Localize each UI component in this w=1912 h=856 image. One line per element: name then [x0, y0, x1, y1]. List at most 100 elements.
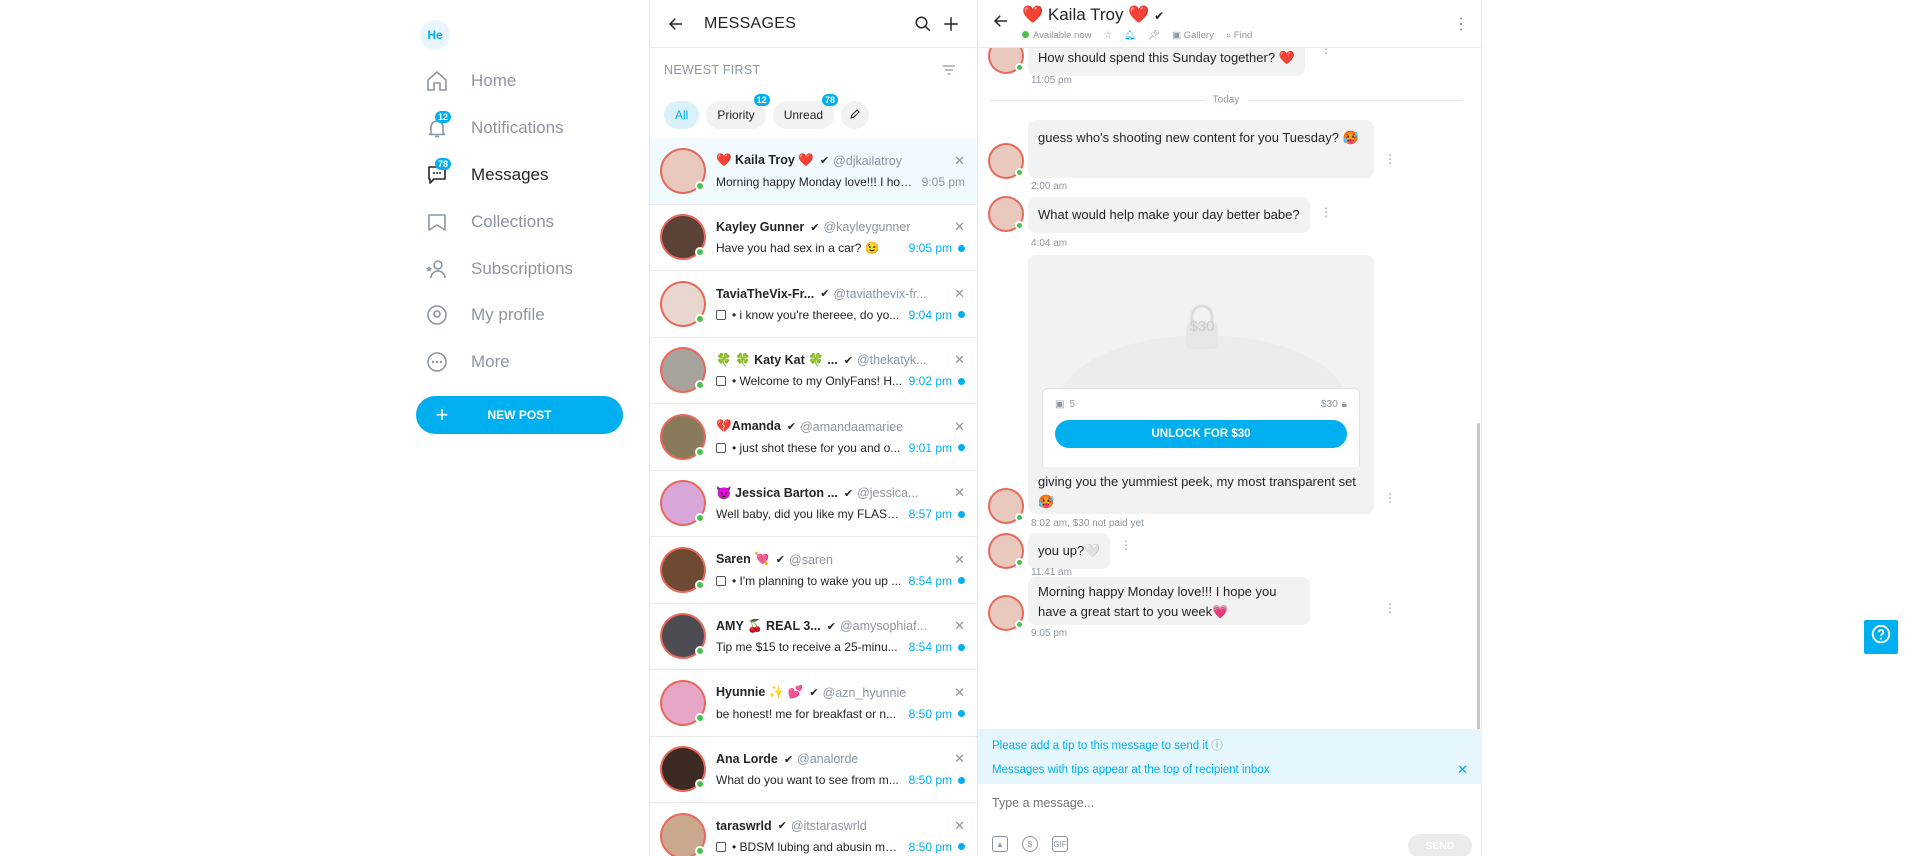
avatar[interactable]	[662, 216, 705, 259]
nav-item-subscriptions[interactable]: Subscriptions	[423, 249, 573, 289]
message-bubble[interactable]: How should spend this Sunday together? ❤…	[1028, 48, 1305, 76]
avatar[interactable]	[662, 149, 705, 192]
filter-all[interactable]: All	[664, 101, 700, 129]
conversation-row[interactable]: Ana Lorde ✔ @analorde ✕ What do you want to …	[650, 737, 977, 803]
message-bubble[interactable]: guess who's shooting new content for you…	[1028, 120, 1374, 178]
message-menu-icon[interactable]: ⋮	[1120, 538, 1132, 552]
avatar[interactable]	[662, 814, 705, 856]
conversation-row[interactable]: AMY 🍒 REAL 3... ✔ @amysophiaf... ✕ Tip me $1…	[650, 604, 977, 670]
close-icon[interactable]: ✕	[948, 286, 965, 302]
message-bubble[interactable]: you up?🤍	[1028, 533, 1111, 569]
locked-media[interactable]: $30 ▣ 5 $30 🔒︎ UNLOCK FOR $30	[1028, 255, 1374, 467]
message-menu-icon[interactable]: ⋮	[1384, 601, 1396, 615]
chat-subheader: Available now ☆ 🔔︎ 📌︎ ▣ Gallery ⌕ Find	[1022, 30, 1252, 41]
nav-item-my-profile[interactable]: My profile	[423, 295, 545, 335]
chat-menu-icon[interactable]: ⋮	[1453, 14, 1469, 34]
avatar[interactable]	[662, 415, 705, 458]
new-post-button[interactable]: + NEW POST	[416, 396, 623, 434]
close-icon[interactable]: ✕	[948, 153, 965, 169]
gif-icon[interactable]: GIF	[1052, 836, 1068, 852]
nav-item-home[interactable]: Home	[423, 61, 516, 101]
help-button[interactable]	[1864, 620, 1898, 654]
message-menu-icon[interactable]: ⋮	[1320, 48, 1332, 56]
gallery-button[interactable]: ▣ Gallery	[1172, 30, 1214, 41]
avatar[interactable]	[662, 282, 705, 325]
conversation-name: AMY 🍒 REAL 3...	[716, 618, 821, 633]
find-button[interactable]: ⌕ Find	[1226, 30, 1252, 41]
avatar[interactable]	[990, 535, 1024, 567]
message-bubble[interactable]: What would help make your day better bab…	[1028, 197, 1310, 233]
close-icon[interactable]: ✕	[948, 818, 965, 834]
unread-dot	[958, 643, 965, 651]
close-icon[interactable]: ✕	[948, 618, 965, 634]
conversation-row[interactable]: Kayley Gunner ✔ @kayleygunner ✕ Have you had…	[650, 205, 977, 271]
conversation-row[interactable]: taraswrld ✔ @itstaraswrld ✕ • BDSM lubing an…	[650, 803, 977, 856]
nav-item-collections[interactable]: Collections	[423, 202, 554, 242]
unlock-button[interactable]: UNLOCK FOR $30	[1055, 420, 1347, 448]
message-menu-icon[interactable]: ⋮	[1384, 491, 1396, 505]
message-input[interactable]	[992, 796, 1462, 810]
conversation-row[interactable]: 😈 Jessica Barton ... ✔ @jessica... ✕ Well ba…	[650, 471, 977, 537]
avatar[interactable]	[662, 482, 705, 525]
conversation-row[interactable]: 🍀 🍀 Katy Kat 🍀 ... ✔ @thekatyk... ✕ • Welcom…	[650, 338, 977, 404]
sort-icon[interactable]	[935, 56, 963, 84]
avatar[interactable]	[662, 548, 705, 591]
avatar[interactable]	[990, 48, 1024, 72]
message-bubble[interactable]: Morning happy Monday love!!! I hope you …	[1028, 577, 1310, 625]
back-arrow-icon[interactable]	[662, 10, 690, 38]
close-icon[interactable]: ✕	[1457, 762, 1468, 778]
avatar[interactable]: He	[420, 20, 450, 50]
conversation-row[interactable]: 💔Amanda ✔ @amandaamariee ✕ • just shot these…	[650, 404, 977, 471]
nav-item-more[interactable]: More	[423, 342, 510, 382]
nav-item-messages[interactable]: 78 Messages	[423, 155, 548, 195]
filter-chips: All Priority 12 Unread 78	[650, 92, 977, 138]
close-icon[interactable]: ✕	[948, 485, 965, 501]
verified-icon: ✔	[826, 620, 836, 633]
tip-notice-text[interactable]: Please add a tip to this message to send…	[992, 737, 1223, 753]
image-icon[interactable]: ▲	[992, 836, 1008, 852]
avatar[interactable]	[990, 145, 1024, 177]
avatar[interactable]	[662, 681, 705, 724]
close-icon[interactable]: ✕	[948, 419, 965, 435]
scrollbar[interactable]	[1477, 423, 1480, 729]
back-arrow-icon[interactable]	[992, 12, 1010, 35]
conversation-header: ❤️ Kaila Troy ❤️ ✔ @djkailatroy ✕	[716, 153, 965, 169]
conversation-row[interactable]: TaviaTheVix-Fr... ✔ @taviathevix-fr... ✕ • i…	[650, 271, 977, 338]
chat-contact-name[interactable]: ❤️ Kaila Troy ❤️ ✔	[1022, 5, 1164, 25]
online-indicator	[695, 247, 705, 258]
user-star-icon	[423, 255, 451, 283]
message-menu-icon[interactable]: ⋮	[1384, 152, 1396, 166]
send-button[interactable]: SEND	[1408, 834, 1472, 856]
close-icon[interactable]: ✕	[948, 219, 965, 235]
new-message-plus-icon[interactable]	[937, 10, 965, 38]
media-count: 5	[1069, 399, 1076, 410]
filter-unread[interactable]: Unread 78	[772, 94, 839, 129]
bell-icon[interactable]: 🔔︎	[1124, 30, 1136, 41]
avatar[interactable]	[990, 198, 1024, 230]
close-icon[interactable]: ✕	[948, 352, 965, 368]
avatar[interactable]	[990, 597, 1024, 629]
message-bubble[interactable]: giving you the yummiest peek, my most tr…	[1028, 467, 1374, 514]
close-icon[interactable]: ✕	[948, 552, 965, 568]
conversation-row[interactable]: ❤️ Kaila Troy ❤️ ✔ @djkailatroy ✕ Morning ha…	[650, 138, 977, 205]
star-icon[interactable]: ☆	[1103, 30, 1112, 41]
nav-item-notifications[interactable]: 12 Notifications	[423, 108, 564, 148]
conversation-preview-row: Well baby, did you like my FLASH... 8:57 …	[716, 507, 965, 521]
conversation-row[interactable]: Hyunnie ✨ 💕 ✔ @azn_hyunnie ✕ be honest! me f…	[650, 670, 977, 737]
close-icon[interactable]: ✕	[948, 751, 965, 767]
edit-filters-button[interactable]	[841, 101, 870, 129]
conversation-row[interactable]: Saren 💘 ✔ @saren ✕ • I'm planning to wake yo…	[650, 537, 977, 604]
filter-priority[interactable]: Priority 12	[706, 94, 770, 129]
avatar[interactable]	[662, 748, 705, 791]
avatar[interactable]	[990, 490, 1024, 522]
avatar[interactable]	[662, 349, 705, 392]
image-icon	[716, 841, 726, 852]
search-icon[interactable]	[909, 10, 937, 38]
conversation-handle: @analorde	[797, 752, 859, 767]
avatar[interactable]	[662, 615, 705, 658]
pin-icon[interactable]: 📌︎	[1148, 30, 1160, 41]
bell-icon: 12	[423, 111, 452, 142]
message-menu-icon[interactable]: ⋮	[1320, 205, 1332, 219]
dollar-icon[interactable]: $	[1022, 836, 1038, 852]
close-icon[interactable]: ✕	[948, 685, 965, 701]
